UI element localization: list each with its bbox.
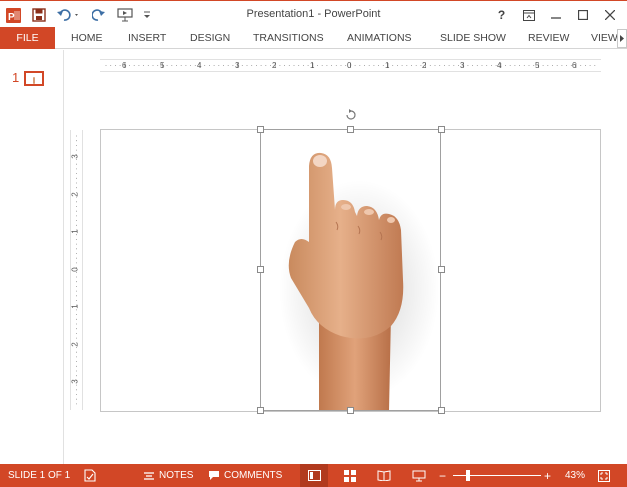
slide-sorter-icon[interactable] xyxy=(336,464,364,487)
ribbon-tabs: FILE HOME INSERT DESIGN TRANSITIONS ANIM… xyxy=(0,27,627,49)
tab-home[interactable]: HOME xyxy=(71,27,103,49)
ruler-label: 4 xyxy=(197,61,202,70)
fit-slide-icon[interactable] xyxy=(598,464,610,487)
slide-thumbnail-pane: 1 xyxy=(0,50,64,464)
resize-handle-right[interactable] xyxy=(438,266,445,273)
maximize-icon[interactable] xyxy=(569,4,596,26)
tab-insert[interactable]: INSERT xyxy=(128,27,166,49)
normal-view-icon[interactable] xyxy=(300,464,328,487)
status-bar: SLIDE 1 OF 1 NOTES COMMENTS − + 43% xyxy=(0,464,627,487)
title-bar: P Presentation1 - PowerPoint ? xyxy=(0,0,627,27)
ruler-label: 0 xyxy=(347,61,352,70)
tab-design[interactable]: DESIGN xyxy=(190,27,230,49)
comments-button[interactable]: COMMENTS xyxy=(208,464,282,487)
notes-label: NOTES xyxy=(159,470,194,481)
spell-check-icon[interactable] xyxy=(83,464,97,487)
zoom-out-button[interactable]: − xyxy=(439,464,446,487)
ruler-label: 5 xyxy=(160,61,165,70)
tab-slide-show[interactable]: SLIDE SHOW xyxy=(440,27,506,49)
notes-button[interactable]: NOTES xyxy=(143,464,193,487)
slideshow-icon[interactable] xyxy=(405,464,433,487)
resize-handle-top-right[interactable] xyxy=(438,126,445,133)
resize-handle-bottom-right[interactable] xyxy=(438,407,445,414)
tab-view[interactable]: VIEW xyxy=(591,27,617,49)
tab-review[interactable]: REVIEW xyxy=(528,27,569,49)
image-selection-frame xyxy=(260,129,441,411)
ruler-label: 2 xyxy=(272,61,277,70)
ruler-label: 1 xyxy=(385,61,390,70)
tab-animations[interactable]: ANIMATIONS xyxy=(347,27,412,49)
resize-handle-bottom[interactable] xyxy=(347,407,354,414)
resize-handle-bottom-left[interactable] xyxy=(257,407,264,414)
reading-view-icon[interactable] xyxy=(370,464,398,487)
slide-indicator[interactable]: SLIDE 1 OF 1 xyxy=(8,464,70,487)
ruler-label: 1 xyxy=(70,229,80,234)
ruler-label: 4 xyxy=(497,61,502,70)
ribbon-display-options-icon[interactable] xyxy=(515,4,542,26)
ruler-label: 3 xyxy=(70,379,80,384)
comments-icon xyxy=(209,471,219,480)
comments-label: COMMENTS xyxy=(224,470,283,481)
slide-thumbnail[interactable] xyxy=(24,71,44,86)
ruler-label: 1 xyxy=(310,61,315,70)
ribbon-scroll-right-button[interactable] xyxy=(617,29,627,48)
resize-handle-top-left[interactable] xyxy=(257,126,264,133)
notes-icon xyxy=(144,471,154,480)
rotate-handle-icon[interactable] xyxy=(344,108,357,121)
chevron-right-icon xyxy=(620,35,624,42)
help-label: ? xyxy=(497,8,506,22)
zoom-slider-thumb[interactable] xyxy=(466,470,470,481)
ruler-label: 3 xyxy=(235,61,240,70)
help-icon[interactable]: ? xyxy=(488,4,515,26)
zoom-level[interactable]: 43% xyxy=(565,464,585,487)
zoom-in-button[interactable]: + xyxy=(544,464,551,487)
ruler-label: 6 xyxy=(572,61,577,70)
ruler-label: 3 xyxy=(460,61,465,70)
ruler-label: 5 xyxy=(535,61,540,70)
close-icon[interactable] xyxy=(596,4,623,26)
thumbnail-slide-number: 1 xyxy=(12,70,20,85)
ruler-label: 0 xyxy=(70,267,80,272)
vertical-ruler: 3 2 1 0 1 2 3 xyxy=(70,130,83,410)
ruler-label: 2 xyxy=(70,192,80,197)
ruler-label: 2 xyxy=(422,61,427,70)
minimize-icon[interactable] xyxy=(542,4,569,26)
ruler-label: 1 xyxy=(70,304,80,309)
ruler-label: 6 xyxy=(122,61,127,70)
horizontal-ruler: 6 5 4 3 2 1 0 1 2 3 4 5 6 xyxy=(100,59,601,72)
resize-handle-top[interactable] xyxy=(347,126,354,133)
ruler-label: 2 xyxy=(70,342,80,347)
tab-transitions[interactable]: TRANSITIONS xyxy=(253,27,324,49)
thumbnail-hand-icon xyxy=(33,77,35,84)
tab-file[interactable]: FILE xyxy=(0,27,55,49)
resize-handle-left[interactable] xyxy=(257,266,264,273)
ruler-label: 3 xyxy=(70,154,80,159)
